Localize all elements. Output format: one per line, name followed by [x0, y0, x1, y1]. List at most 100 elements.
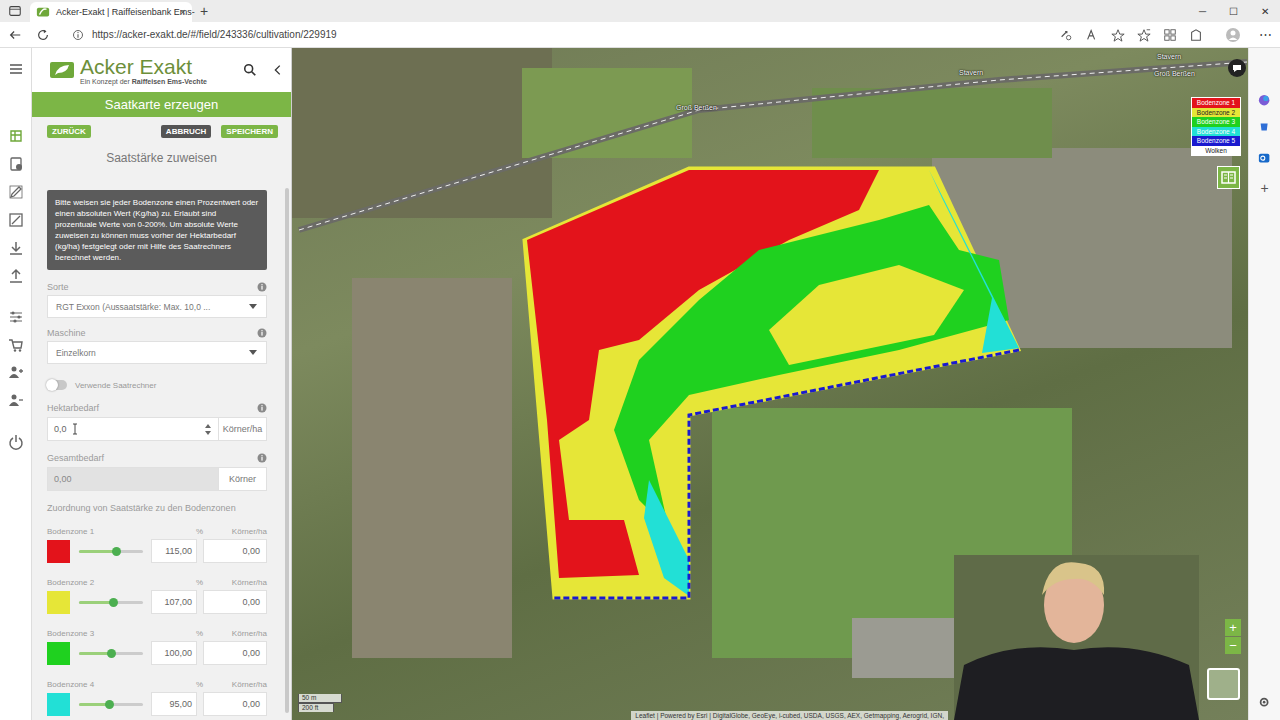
tab-title[interactable]: Acker-Exakt | Raiffeisenbank Ems- [56, 7, 174, 17]
logo-tagline: Ein Konzept der [80, 78, 130, 85]
address-bar[interactable]: https://acker-exakt.de/#/field/243336/cu… [64, 25, 1045, 45]
seed-calculator-toggle[interactable] [47, 380, 67, 390]
edit-icon[interactable] [8, 184, 24, 200]
new-tab-button[interactable]: + [200, 3, 208, 19]
shopping-icon[interactable] [1258, 120, 1272, 134]
machine-select[interactable]: Einzelkorn [47, 341, 267, 364]
read-aloud-icon[interactable] [1085, 28, 1099, 42]
app-main: Acker ExaktEin Konzept der Raiffeisen Em… [0, 48, 1280, 720]
favorites-icon[interactable] [1137, 28, 1151, 42]
logo-subtitle: Ein Konzept der Raiffeisen Ems-Vechte [80, 78, 237, 85]
zone-color-swatch [47, 540, 70, 563]
field-label: Gesamtbedarf [47, 453, 104, 463]
hectare-input[interactable]: 0,0 [47, 417, 219, 441]
percent-value: 95,00 [169, 699, 192, 709]
back-button[interactable]: ZURÜCK [47, 125, 91, 138]
amount-value: 0,00 [242, 546, 260, 556]
download-icon[interactable] [8, 240, 24, 256]
field-label: Sorte [47, 282, 69, 292]
sidebar-settings-icon[interactable] [1258, 696, 1272, 710]
info-icon[interactable] [257, 453, 267, 463]
slider-thumb[interactable] [107, 649, 116, 658]
zone-slider[interactable] [79, 550, 143, 553]
upload-icon[interactable] [8, 268, 24, 284]
close-tab-button[interactable]: × [180, 6, 186, 18]
field-label: Maschine [47, 328, 86, 338]
slider-thumb[interactable] [112, 547, 121, 556]
info-icon[interactable] [257, 328, 267, 338]
reload-icon[interactable] [36, 28, 50, 42]
zoom-in-button[interactable]: + [1225, 619, 1241, 636]
browser-essentials-icon[interactable] [1189, 28, 1203, 42]
copilot-icon[interactable] [1258, 94, 1272, 108]
profile-icon[interactable] [1225, 27, 1241, 43]
remove-user-icon[interactable] [8, 393, 24, 409]
zone-slider[interactable] [79, 703, 143, 706]
amount-input[interactable]: 0,00 [203, 641, 267, 665]
hamburger-menu-icon[interactable] [8, 61, 24, 77]
save-button[interactable]: SPEICHERN [221, 125, 278, 138]
address-field[interactable]: https://acker-exakt.de/#/field/243336/cu… [92, 29, 337, 40]
percent-input[interactable]: 107,00 [151, 590, 197, 614]
document-icon[interactable] [8, 212, 24, 228]
scale-metric: 50 m [298, 694, 342, 703]
amount-input[interactable]: 0,00 [203, 692, 267, 716]
legend-item: Bodenzone 4 [1192, 127, 1240, 137]
back-icon[interactable] [8, 28, 22, 42]
search-icon[interactable] [243, 63, 257, 77]
window-menu-icon[interactable] [8, 4, 22, 18]
map-info-button-icon[interactable] [1228, 59, 1246, 77]
total-input: 0,00 [47, 467, 219, 491]
outlook-icon[interactable] [1258, 152, 1272, 166]
collections-icon[interactable] [1163, 28, 1177, 42]
window-control-button[interactable]: ✕ [1249, 6, 1280, 17]
seed-map-icon[interactable] [8, 128, 24, 144]
map-attribution: Leaflet | Powered by Esri | DigitalGlobe… [631, 711, 948, 720]
sidebar-add-button[interactable]: + [1260, 180, 1268, 196]
variety-select[interactable]: RGT Exxon (Aussaatstärke: Max. 10,0 ... [47, 295, 267, 318]
favorite-icon[interactable] [1111, 28, 1125, 42]
slider-thumb[interactable] [109, 598, 118, 607]
site-info-icon[interactable] [72, 29, 84, 41]
zone-slider[interactable] [79, 652, 143, 655]
logo-title: Acker Exakt [80, 56, 237, 78]
hectare-value: 0,0 [54, 424, 67, 434]
map-place-label: Groß Berßen [676, 104, 717, 111]
map[interactable]: StavernGroß BerßenStavernGroß BerßenBode… [292, 48, 1248, 720]
field-label-row: Maschine [47, 328, 267, 338]
map-layers-icon[interactable] [1217, 166, 1240, 189]
info-icon[interactable] [257, 282, 267, 292]
logout-icon[interactable] [8, 434, 24, 450]
action-buttons: ZURÜCK ABBRUCH SPEICHERN [32, 117, 291, 138]
zone-name: Bodenzone 4 [47, 680, 94, 689]
percent-input[interactable]: 115,00 [151, 539, 197, 563]
info-icon[interactable] [257, 403, 267, 413]
scrollbar[interactable] [285, 188, 289, 713]
amount-input[interactable]: 0,00 [203, 590, 267, 614]
minimap[interactable] [1207, 668, 1240, 700]
settings-menu-button[interactable]: ⋯ [1259, 27, 1272, 42]
cart-icon[interactable] [8, 337, 24, 353]
passwords-icon[interactable] [1059, 28, 1073, 42]
add-user-icon[interactable] [8, 365, 24, 381]
percent-input[interactable]: 95,00 [151, 692, 197, 716]
zone-slider[interactable] [79, 601, 143, 604]
task-icon[interactable] [8, 156, 24, 172]
amount-input[interactable]: 0,00 [203, 539, 267, 563]
zone-row: 115,00 0,00 [47, 539, 267, 563]
slider-thumb[interactable] [105, 700, 114, 709]
zoom-control: +− [1225, 619, 1241, 654]
browser-tab[interactable]: Acker-Exakt | Raiffeisenbank Ems- × [30, 2, 192, 22]
window-control-button[interactable]: ☐ [1218, 6, 1249, 17]
window-control-button[interactable]: ─ [1187, 6, 1218, 17]
zoom-out-button[interactable]: − [1225, 637, 1241, 654]
dropdown-arrow-icon[interactable] [248, 348, 258, 358]
dropdown-arrow-icon[interactable] [248, 302, 258, 312]
map-place-label: Stavern [1157, 53, 1181, 60]
cancel-button[interactable]: ABBRUCH [161, 125, 211, 138]
spinner-icon[interactable] [204, 423, 212, 436]
settings-sliders-icon[interactable] [8, 309, 24, 325]
collapse-panel-icon[interactable] [271, 63, 285, 77]
percent-label: % [177, 680, 203, 689]
percent-input[interactable]: 100,00 [151, 641, 197, 665]
